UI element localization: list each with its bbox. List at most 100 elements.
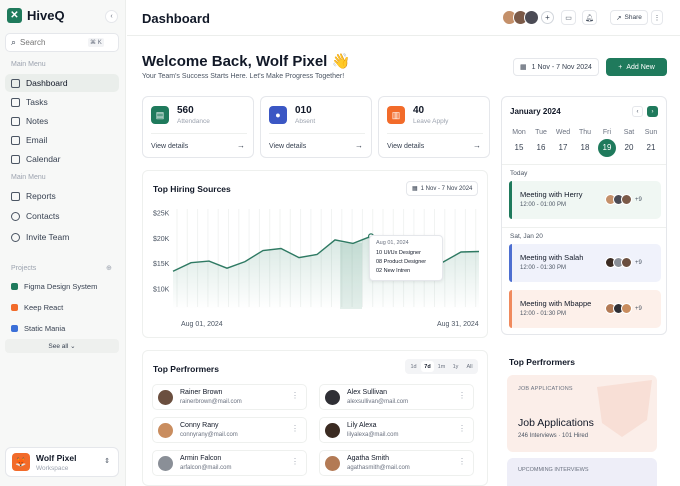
project-static-mania[interactable]: Static Mania	[11, 324, 65, 333]
add-new-button[interactable]: + Add New	[606, 58, 667, 76]
more-options-icon[interactable]: ⋮	[651, 10, 663, 25]
absent-user-icon: ●	[269, 106, 287, 124]
sidebar-item-email[interactable]: Email	[5, 131, 119, 149]
upcoming-tag: UPCOMMING INTERVIEWS	[518, 467, 589, 473]
filter-1d[interactable]: 1d	[407, 361, 420, 372]
search-input[interactable]	[20, 38, 83, 47]
performer-row[interactable]: Agatha Smith agathasmith@mail.com ⋮	[319, 450, 474, 476]
job-applications-card[interactable]: JOB APPLICATIONS Job Applications 246 In…	[507, 375, 657, 452]
filter-1m[interactable]: 1m	[435, 361, 448, 372]
add-member-button[interactable]: +	[541, 11, 554, 24]
sidebar-item-invite-team[interactable]: Invite Team	[5, 228, 119, 246]
prev-month-button[interactable]: ‹	[632, 106, 643, 117]
calendar-day[interactable]: 15	[510, 139, 528, 157]
performer-row[interactable]: Armin Falcon arfalcon@mail.com ⋮	[152, 450, 307, 476]
plus-icon: +	[618, 63, 623, 71]
project-figma-design-system[interactable]: Figma Design System	[11, 282, 97, 291]
app-logo[interactable]: ✕ HiveQ	[7, 8, 65, 23]
user-icon	[11, 211, 20, 221]
search-box[interactable]: ⌕ ⌘ K	[5, 33, 119, 52]
meeting-attendees: +9	[605, 303, 642, 314]
sidebar-item-dashboard[interactable]: Dashboard	[5, 74, 119, 92]
meeting-card[interactable]: Meeting with Salah 12:00 - 01:30 PM +9	[509, 244, 661, 282]
upcoming-interviews-card[interactable]: UPCOMMING INTERVIEWS	[507, 458, 657, 486]
y-tick-label: $25K	[153, 211, 170, 218]
job-interviews: 246 Interviews	[518, 433, 557, 439]
calendar-day[interactable]: 18	[576, 139, 594, 157]
sidebar-item-calendar[interactable]: Calendar	[5, 150, 119, 168]
filter-1y[interactable]: 1y	[449, 361, 462, 372]
performer-email: connyrany@mail.com	[180, 432, 238, 438]
performer-name: Alex Sullivan	[347, 389, 388, 396]
day-label-sat: Sat, Jan 20	[510, 233, 543, 240]
meeting-title: Meeting with Salah	[520, 253, 584, 262]
sidebar-item-label: Contacts	[26, 211, 60, 221]
weekday-label: Mon	[512, 129, 526, 136]
chat-icon[interactable]: ▭	[561, 10, 576, 25]
stat-label: Leave Apply	[413, 118, 449, 125]
performer-row[interactable]: Lily Alexa lilyalexa@mail.com ⋮	[319, 417, 474, 443]
performer-email: agathasmith@mail.com	[347, 465, 410, 471]
more-options-icon[interactable]: ⋮	[291, 424, 299, 433]
performer-email: lilyalexa@mail.com	[347, 432, 399, 438]
chart-tooltip: Aug 01, 2024 10 UI/Ux Designer 08 Produc…	[369, 235, 443, 281]
calendar-icon: ▦	[520, 64, 527, 71]
calendar-day-selected[interactable]: 19	[598, 139, 616, 157]
sidebar-item-label: Reports	[26, 191, 56, 201]
mail-icon	[11, 135, 20, 145]
welcome-subtitle: Your Team's Success Starts Here. Let's M…	[142, 73, 345, 80]
arrow-right-icon[interactable]: →	[355, 141, 363, 150]
job-title: Job Applications	[518, 417, 594, 429]
calendar-day[interactable]: 21	[642, 139, 660, 157]
meeting-card[interactable]: Meeting with Herry 12:00 - 01:00 PM +9	[509, 181, 661, 219]
filter-all[interactable]: All	[463, 361, 476, 372]
search-shortcut: ⌘ K	[88, 38, 104, 47]
team-avatars[interactable]: +	[502, 10, 554, 25]
add-project-icon[interactable]: ⊕	[106, 264, 112, 272]
date-range-picker[interactable]: ▦ 1 Nov - 7 Nov 2024	[513, 58, 599, 76]
next-month-button[interactable]: ›	[647, 106, 658, 117]
filter-7d[interactable]: 7d	[421, 361, 434, 372]
more-options-icon[interactable]: ⋮	[291, 457, 299, 466]
performer-email: alexsullivan@mail.com	[347, 399, 409, 405]
share-button[interactable]: ↗ Share	[610, 10, 648, 25]
see-all-projects-button[interactable]: See all ⌄	[5, 339, 119, 353]
more-options-icon[interactable]: ⋮	[291, 391, 299, 400]
more-options-icon[interactable]: ⋮	[458, 391, 466, 400]
bell-icon[interactable]: 🔔︎	[582, 10, 597, 25]
calendar-day[interactable]: 16	[532, 139, 550, 157]
performer-name: Lily Alexa	[347, 422, 377, 429]
more-options-icon[interactable]: ⋮	[458, 424, 466, 433]
meeting-card[interactable]: Meeting with Mbappe 12:00 - 01:30 PM +9	[509, 290, 661, 328]
view-details-link[interactable]: View details	[269, 143, 306, 150]
stat-label: Attendance	[177, 118, 210, 125]
calendar-day[interactable]: 20	[620, 139, 638, 157]
sidebar-item-reports[interactable]: Reports	[5, 187, 119, 205]
sidebar-item-label: Dashboard	[26, 78, 68, 88]
performer-row[interactable]: Conny Rany connyrany@mail.com ⋮	[152, 417, 307, 443]
stat-card-absent: ● 010 Absent View details →	[260, 96, 372, 158]
more-options-icon[interactable]: ⋮	[458, 457, 466, 466]
sidebar-item-tasks[interactable]: Tasks	[5, 93, 119, 111]
date-range-label: 1 Nov - 7 Nov 2024	[531, 63, 592, 71]
performer-row[interactable]: Rainer Brown rainerbrown@mail.com ⋮	[152, 384, 307, 410]
workspace-sub: Workspace	[36, 464, 69, 472]
avatar	[621, 194, 632, 205]
divider	[502, 164, 666, 165]
view-details-link[interactable]: View details	[151, 143, 188, 150]
arrow-right-icon[interactable]: →	[473, 141, 481, 150]
sidebar-item-notes[interactable]: Notes	[5, 112, 119, 130]
performer-row[interactable]: Alex Sullivan alexsullivan@mail.com ⋮	[319, 384, 474, 410]
meeting-attendees: +9	[605, 257, 642, 268]
sidebar-item-contacts[interactable]: Contacts	[5, 207, 119, 225]
view-details-link[interactable]: View details	[387, 143, 424, 150]
project-keep-react[interactable]: Keep React	[11, 303, 63, 312]
arrow-right-icon[interactable]: →	[237, 141, 245, 150]
leave-document-icon: ▥	[387, 106, 405, 124]
calendar-day[interactable]: 17	[554, 139, 572, 157]
workspace-switcher[interactable]: 🦊 Wolf Pixel Workspace ⇕	[5, 447, 119, 477]
collapse-sidebar-button[interactable]: ‹	[105, 10, 118, 23]
project-label: Figma Design System	[24, 282, 98, 291]
performer-email: rainerbrown@mail.com	[180, 399, 242, 405]
top-header: Dashboard + ▭ 🔔︎ ↗ Share ⋮	[127, 0, 680, 36]
